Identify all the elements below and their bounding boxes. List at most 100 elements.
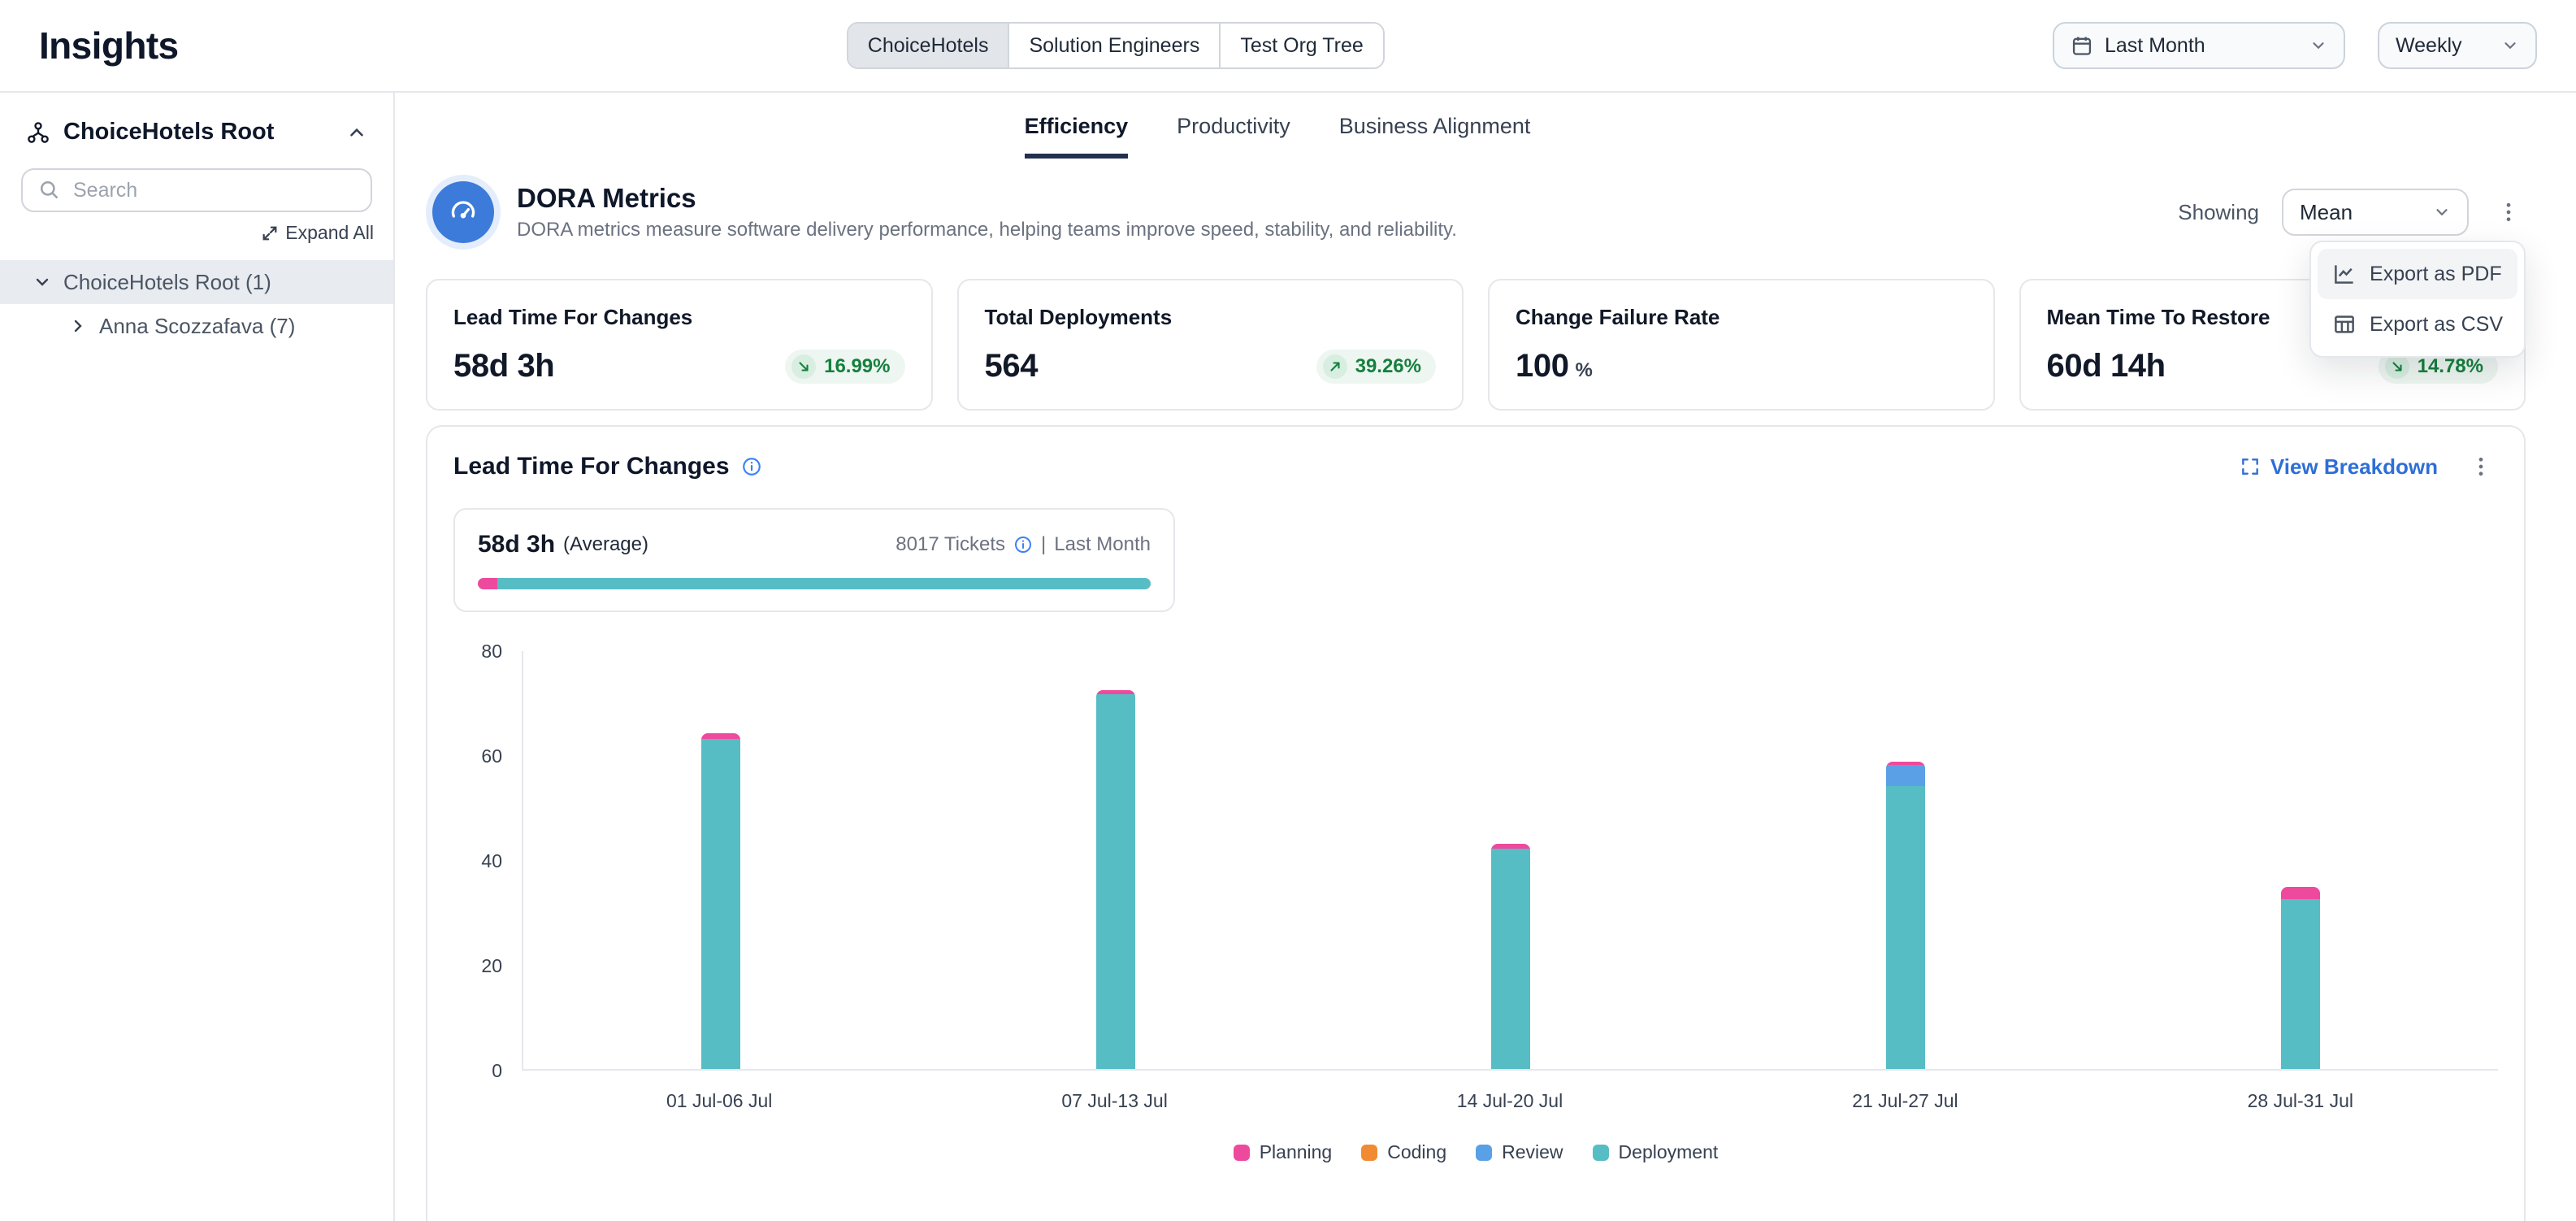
metric-card-change-failure-rate: Change Failure Rate 100% <box>1488 279 1995 411</box>
x-axis-label: 14 Jul-20 Jul <box>1312 1090 1707 1112</box>
trend-badge: 39.26% <box>1316 350 1436 384</box>
chart-legend: PlanningCodingReviewDeployment <box>453 1141 2498 1163</box>
dora-metrics-header: DORA Metrics DORA metrics measure softwa… <box>426 181 2526 243</box>
bar-group <box>2103 651 2498 1069</box>
tree-item-label: Anna Scozzafava (7) <box>99 314 295 339</box>
metric-card-lead-time: Lead Time For Changes 58d 3h 16.99% <box>426 279 933 411</box>
dora-title: DORA Metrics <box>517 183 1457 214</box>
bar-segment-review <box>1886 765 1925 786</box>
bar-segment-deployment <box>1491 849 1530 1069</box>
gauge-icon <box>432 181 494 243</box>
stacked-bar <box>2281 887 2320 1069</box>
dora-text: DORA Metrics DORA metrics measure softwa… <box>517 183 1457 241</box>
metric-card-value: 100 <box>1516 348 1569 384</box>
menu-item-export-csv[interactable]: Export as CSV <box>2318 299 2517 350</box>
period-select[interactable]: Last Month <box>2053 22 2345 69</box>
metric-card-unit: % <box>1576 359 1593 381</box>
tab-efficiency[interactable]: Efficiency <box>1025 114 1129 159</box>
legend-swatch <box>1476 1145 1492 1161</box>
expand-all-icon <box>261 224 279 242</box>
menu-item-export-pdf[interactable]: Export as PDF <box>2318 249 2517 299</box>
org-switcher-wrap: ChoiceHotels Solution Engineers Test Org… <box>179 22 2053 69</box>
granularity-select[interactable]: Weekly <box>2378 22 2537 69</box>
x-axis-label: 01 Jul-06 Jul <box>522 1090 917 1112</box>
bar-group <box>1313 651 1708 1069</box>
info-icon[interactable] <box>1013 535 1033 554</box>
calendar-icon <box>2071 34 2093 57</box>
summary-qualifier: (Average) <box>563 533 648 556</box>
metric-card-title: Lead Time For Changes <box>453 305 905 330</box>
legend-label: Deployment <box>1619 1141 1719 1163</box>
x-axis-label: 21 Jul-27 Jul <box>1707 1090 2102 1112</box>
org-tab-solution-engineers[interactable]: Solution Engineers <box>1009 24 1221 67</box>
insight-tabs: Efficiency Productivity Business Alignme… <box>228 93 2327 159</box>
metric-card-value: 564 <box>985 348 1039 385</box>
stacked-bar <box>1886 762 1925 1069</box>
dora-more-options-icon[interactable] <box>2491 197 2526 228</box>
org-tab-choicehotels[interactable]: ChoiceHotels <box>848 24 1010 67</box>
tree-item-choicehotels-root[interactable]: ChoiceHotels Root (1) <box>0 260 393 304</box>
chart-section-title-text: Lead Time For Changes <box>453 453 730 480</box>
bar-segment-planning <box>701 733 740 739</box>
org-switcher: ChoiceHotels Solution Engineers Test Org… <box>847 22 1385 69</box>
trend-delta: 39.26% <box>1355 355 1421 378</box>
x-labels: 01 Jul-06 Jul07 Jul-13 Jul14 Jul-20 Jul2… <box>522 1090 2498 1112</box>
bar-segment-deployment <box>2281 899 2320 1069</box>
view-breakdown-button[interactable]: View Breakdown <box>2240 454 2438 480</box>
y-tick-label: 20 <box>481 954 502 977</box>
org-tab-test-org-tree[interactable]: Test Org Tree <box>1221 24 1382 67</box>
period-select-value: Last Month <box>2105 34 2205 58</box>
top-bar: Insights ChoiceHotels Solution Engineers… <box>0 0 2576 93</box>
y-tick-label: 0 <box>492 1059 502 1082</box>
bar-group <box>918 651 1313 1069</box>
chevron-down-icon <box>2501 37 2519 54</box>
metric-card-title: Total Deployments <box>985 305 1437 330</box>
trend-down-icon <box>2385 354 2409 379</box>
menu-item-label: Export as PDF <box>2370 263 2502 286</box>
sidebar-search <box>21 168 372 212</box>
chart-more-options-icon[interactable] <box>2464 451 2498 482</box>
bar-segment-deployment <box>1096 694 1135 1069</box>
org-tree-sidebar: ChoiceHotels Root Expand All <box>0 93 395 1221</box>
legend-item-planning: Planning <box>1234 1141 1333 1163</box>
summary-tickets: 8017 Tickets <box>896 533 1005 556</box>
tree-item-label: ChoiceHotels Root (1) <box>63 270 271 295</box>
stacked-bar <box>701 733 740 1069</box>
expand-corners-icon <box>2240 456 2261 477</box>
chevron-right-icon[interactable] <box>68 316 88 336</box>
tab-productivity[interactable]: Productivity <box>1177 114 1290 159</box>
chart-section-title: Lead Time For Changes <box>453 453 762 480</box>
metric-card-value: 58d 3h <box>453 348 554 385</box>
legend-swatch <box>1234 1145 1250 1161</box>
metric-card-title: Change Failure Rate <box>1516 305 1967 330</box>
legend-label: Review <box>1502 1141 1563 1163</box>
y-tick-label: 80 <box>481 640 502 663</box>
aggregation-select[interactable]: Mean <box>2282 189 2469 236</box>
info-icon[interactable] <box>741 456 762 477</box>
showing-label: Showing <box>2178 200 2259 225</box>
metric-cards: Lead Time For Changes 58d 3h 16.99% Tota… <box>426 279 2526 411</box>
legend-swatch <box>1593 1145 1609 1161</box>
trend-badge: 16.99% <box>785 350 904 384</box>
metric-card-total-deployments: Total Deployments 564 39.26% <box>957 279 1464 411</box>
expand-all-label: Expand All <box>285 222 374 244</box>
bar-plot <box>522 651 2498 1071</box>
progress-segment-planning <box>478 578 497 589</box>
main-content: Efficiency Productivity Business Alignme… <box>395 93 2576 1221</box>
search-input[interactable] <box>21 168 372 212</box>
chart-line-icon <box>2332 262 2357 286</box>
expand-all-button[interactable]: Expand All <box>20 222 374 244</box>
menu-item-label: Export as CSV <box>2370 313 2503 337</box>
export-menu: Export as PDF Export as CSV <box>2309 241 2526 358</box>
tab-business-alignment[interactable]: Business Alignment <box>1339 114 1531 159</box>
legend-label: Planning <box>1260 1141 1333 1163</box>
legend-item-review: Review <box>1476 1141 1563 1163</box>
x-axis-label: 07 Jul-13 Jul <box>917 1090 1312 1112</box>
tree-item-anna-scozzafava[interactable]: Anna Scozzafava (7) <box>0 304 393 348</box>
summary-separator: | <box>1041 533 1046 556</box>
aggregation-select-value: Mean <box>2300 200 2353 225</box>
insights-app: Insights ChoiceHotels Solution Engineers… <box>0 0 2576 1221</box>
chevron-down-icon[interactable] <box>33 272 52 292</box>
lead-time-summary-card: 58d 3h (Average) 8017 Tickets | Last Mon… <box>453 508 1175 612</box>
trend-delta: 14.78% <box>2418 355 2483 378</box>
